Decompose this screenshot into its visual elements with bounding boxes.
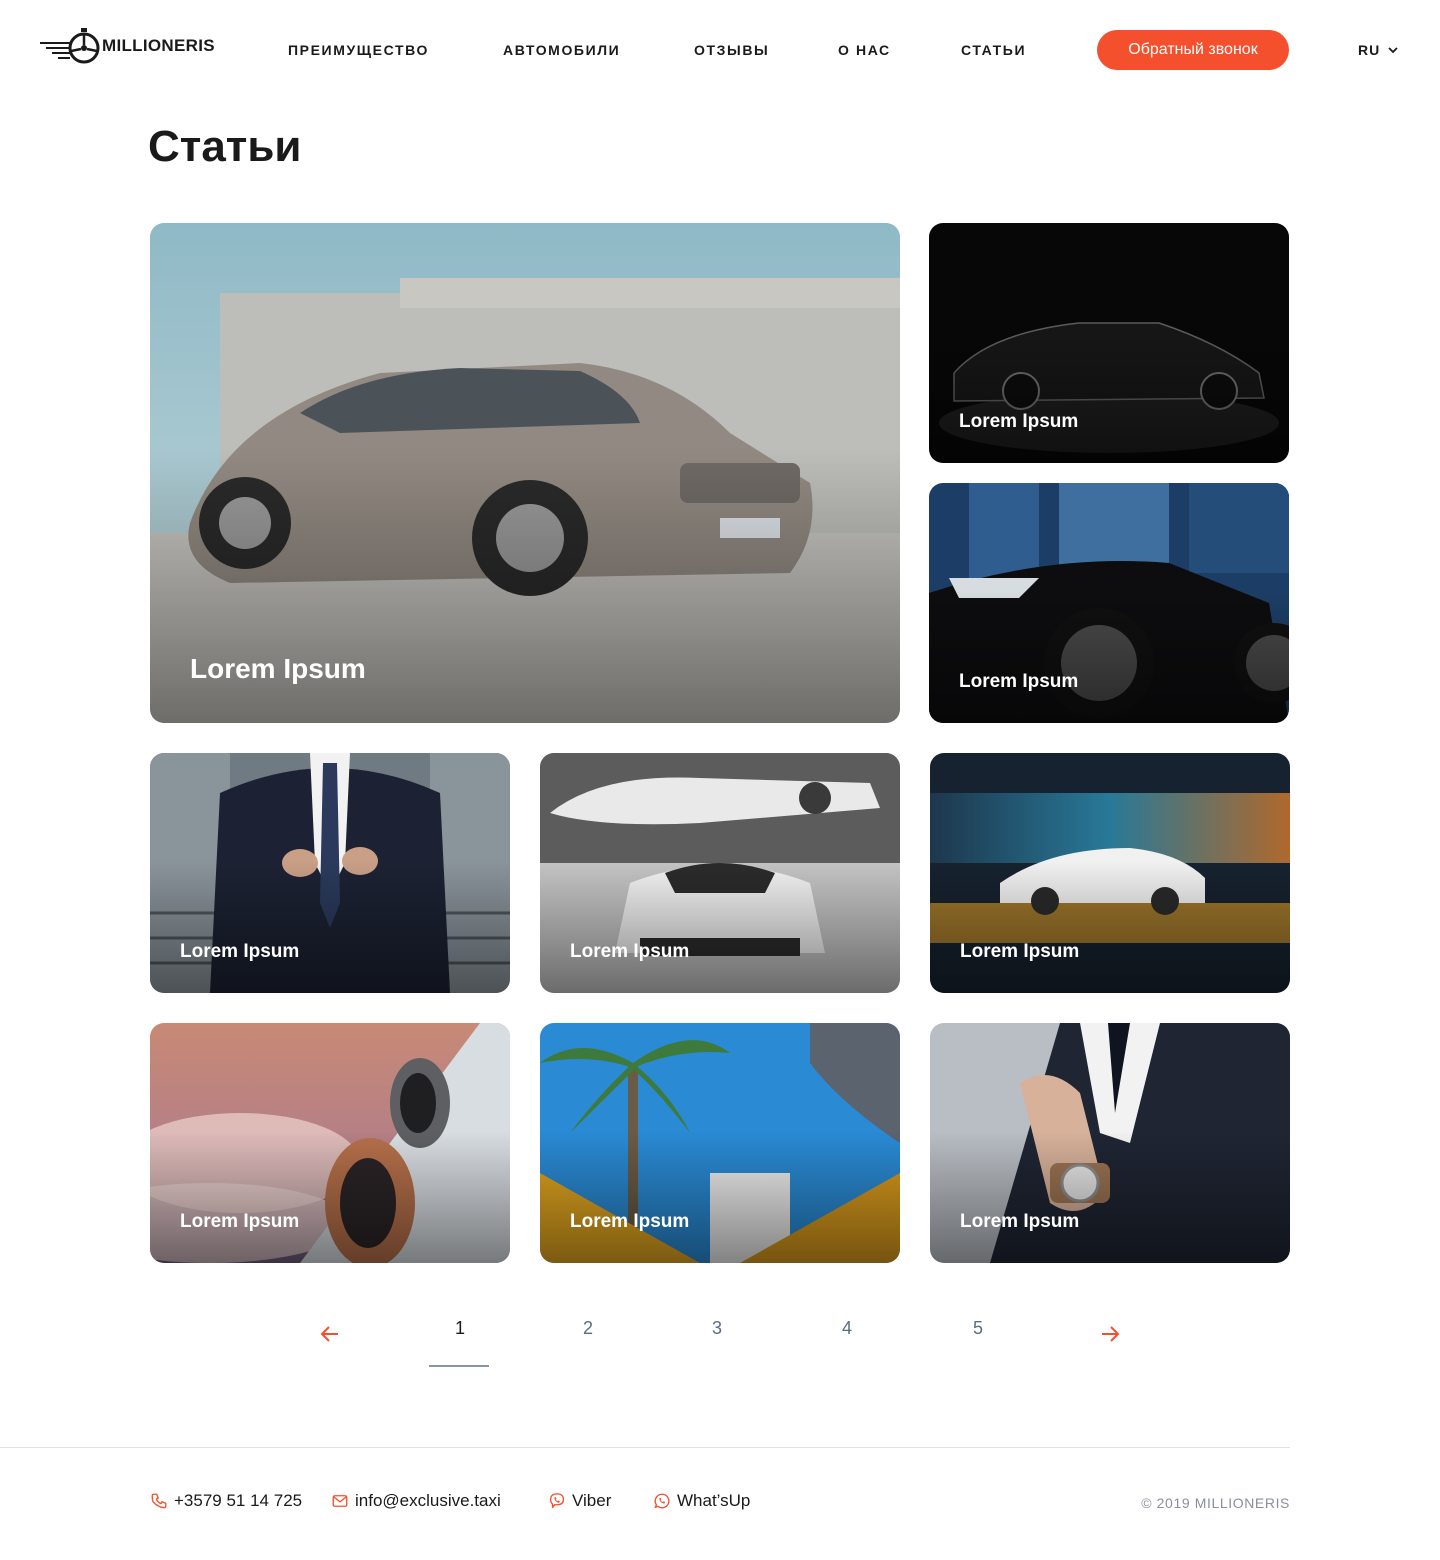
card-gradient bbox=[929, 331, 1289, 463]
email-address: info@exclusive.taxi bbox=[355, 1491, 501, 1510]
active-page-indicator bbox=[429, 1365, 489, 1367]
article-card[interactable]: Lorem Ipsum bbox=[930, 753, 1290, 993]
nav-reviews[interactable]: ОТЗЫВЫ bbox=[694, 42, 769, 58]
nav-about[interactable]: О НАС bbox=[838, 42, 891, 58]
site-header: MILLIONERIS ПРЕИМУЩЕСТВО АВТОМОБИЛИ ОТЗЫ… bbox=[0, 0, 1440, 100]
card-gradient bbox=[930, 861, 1290, 993]
article-card[interactable]: Lorem Ipsum bbox=[150, 753, 510, 993]
article-title: Lorem Ipsum bbox=[960, 941, 1080, 962]
card-gradient bbox=[540, 1131, 900, 1263]
nav-advantages[interactable]: ПРЕИМУЩЕСТВО bbox=[288, 42, 429, 58]
footer-whatsapp[interactable]: What’sUp bbox=[653, 1491, 750, 1511]
article-title: Lorem Ipsum bbox=[180, 1211, 300, 1232]
logo-text: MILLIONERIS bbox=[102, 36, 215, 55]
language-label: RU bbox=[1358, 42, 1381, 58]
footer-viber[interactable]: Viber bbox=[548, 1491, 611, 1511]
article-title: Lorem Ipsum bbox=[960, 1211, 1080, 1232]
logo[interactable]: MILLIONERIS bbox=[40, 26, 215, 66]
card-gradient bbox=[150, 861, 510, 993]
nav-cars[interactable]: АВТОМОБИЛИ bbox=[503, 42, 620, 58]
callback-button[interactable]: Обратный звонок bbox=[1097, 30, 1289, 70]
article-title: Lorem Ipsum bbox=[959, 411, 1079, 432]
article-title: Lorem Ipsum bbox=[180, 941, 300, 962]
chevron-down-icon bbox=[1388, 46, 1398, 53]
whatsapp-icon bbox=[654, 1493, 670, 1509]
viber-label: Viber bbox=[572, 1491, 612, 1510]
article-card[interactable]: Lorem Ipsum bbox=[929, 223, 1289, 463]
article-card[interactable]: Lorem Ipsum bbox=[540, 1023, 900, 1263]
arrow-right-icon[interactable] bbox=[1098, 1322, 1122, 1346]
page-1[interactable]: 1 bbox=[430, 1318, 490, 1339]
phone-number: +3579 51 14 725 bbox=[174, 1491, 303, 1510]
article-title: Lorem Ipsum bbox=[570, 1211, 690, 1232]
whatsapp-label: What’sUp bbox=[677, 1491, 751, 1510]
page-5[interactable]: 5 bbox=[948, 1318, 1008, 1339]
phone-icon bbox=[151, 1493, 167, 1509]
arrow-left-icon[interactable] bbox=[318, 1322, 342, 1346]
copyright-text: © 2019 MILLIONERIS bbox=[1141, 1495, 1290, 1511]
article-title: Lorem Ipsum bbox=[190, 653, 366, 684]
card-gradient bbox=[930, 1131, 1290, 1263]
article-card[interactable]: Lorem Ipsum bbox=[150, 1023, 510, 1263]
footer-divider bbox=[0, 1447, 1290, 1448]
logo-steering-wheel-icon bbox=[40, 28, 100, 64]
nav-articles[interactable]: СТАТЬИ bbox=[961, 42, 1026, 58]
language-selector[interactable]: RU bbox=[1358, 42, 1398, 58]
article-title: Lorem Ipsum bbox=[959, 671, 1079, 692]
mail-icon bbox=[332, 1495, 348, 1507]
page-title: Статьи bbox=[148, 122, 302, 171]
article-card[interactable]: Lorem Ipsum bbox=[150, 223, 900, 723]
footer-phone[interactable]: +3579 51 14 725 bbox=[150, 1491, 302, 1511]
article-card[interactable]: Lorem Ipsum bbox=[929, 483, 1289, 723]
card-gradient bbox=[540, 861, 900, 993]
article-card[interactable]: Lorem Ipsum bbox=[930, 1023, 1290, 1263]
page-3[interactable]: 3 bbox=[687, 1318, 747, 1339]
article-card[interactable]: Lorem Ipsum bbox=[540, 753, 900, 993]
card-gradient bbox=[150, 1131, 510, 1263]
card-gradient bbox=[929, 591, 1289, 723]
page-4[interactable]: 4 bbox=[817, 1318, 877, 1339]
footer-email[interactable]: info@exclusive.taxi bbox=[331, 1491, 501, 1511]
article-title: Lorem Ipsum bbox=[570, 941, 690, 962]
viber-icon bbox=[549, 1493, 565, 1509]
page-2[interactable]: 2 bbox=[558, 1318, 618, 1339]
